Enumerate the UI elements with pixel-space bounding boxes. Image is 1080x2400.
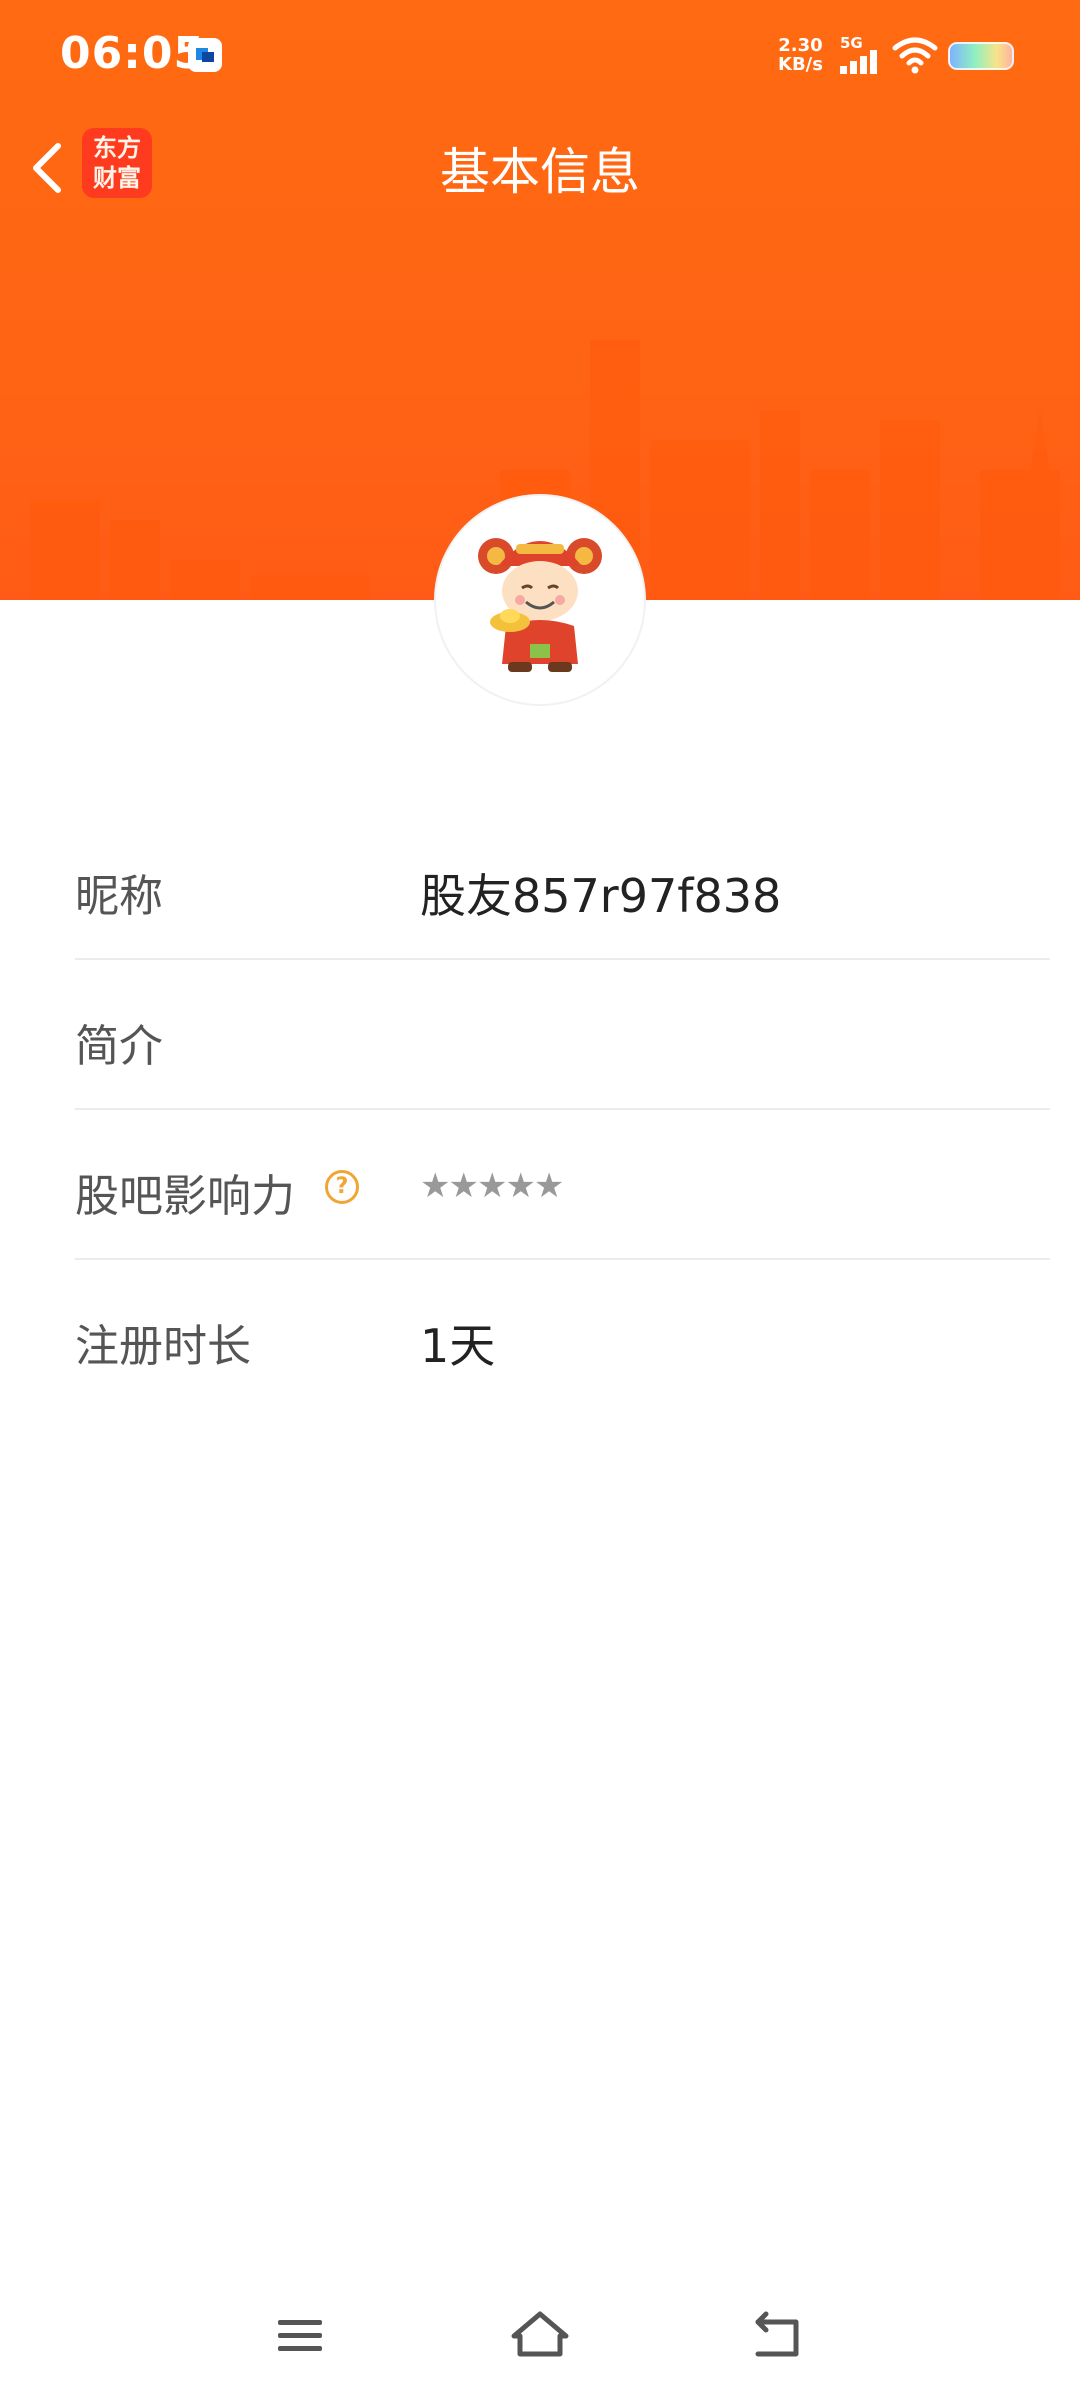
network-speed: 2.30 KB/s — [778, 36, 823, 74]
menu-button[interactable] — [260, 2300, 340, 2370]
app-logo-text-line2: 财富 — [93, 164, 141, 192]
battery-icon — [948, 42, 1014, 70]
bio-row[interactable]: 简介 — [75, 960, 1050, 1110]
influence-label: 股吧影响力 — [75, 1171, 295, 1222]
status-time: 06:05 — [60, 28, 206, 79]
status-bar: 06:05 2.30 KB/s 5G — [0, 0, 1080, 110]
network-speed-value: 2.30 — [778, 35, 823, 56]
registration-duration-value: 1天 — [420, 1319, 496, 1373]
fortune-god-avatar-illustration — [478, 538, 602, 672]
profile-info-list: 昵称 股友857r97f838 简介 股吧影响力 ? ★★★★★ 注册时长 1天 — [75, 810, 1050, 1410]
home-icon — [511, 2311, 569, 2357]
wifi-icon — [892, 37, 938, 74]
return-icon — [755, 2311, 799, 2357]
cellular-signal-icon — [840, 50, 877, 74]
app-logo-text-line1: 东方 — [93, 134, 141, 162]
top-navigation-bar: 东方 财富 基本信息 — [0, 110, 1080, 220]
registration-duration-label: 注册时长 — [75, 1321, 251, 1372]
return-button[interactable] — [740, 2300, 820, 2370]
page-title: 基本信息 — [440, 143, 640, 201]
menu-icon — [278, 2320, 322, 2351]
home-button[interactable] — [500, 2300, 580, 2370]
nickname-row[interactable]: 昵称 股友857r97f838 — [75, 810, 1050, 960]
question-circle-icon[interactable]: ? — [325, 1170, 359, 1204]
influence-row: 股吧影响力 ? ★★★★★ — [75, 1110, 1050, 1260]
app-logo[interactable]: 东方 财富 — [82, 128, 152, 198]
user-avatar[interactable] — [436, 496, 644, 704]
network-speed-unit: KB/s — [778, 54, 823, 75]
nickname-label: 昵称 — [75, 871, 163, 922]
notification-app-icon — [188, 38, 222, 72]
bio-label: 简介 — [75, 1021, 163, 1072]
back-button[interactable] — [18, 128, 78, 208]
chevron-left-icon — [33, 143, 61, 193]
influence-stars: ★★★★★ — [420, 1166, 564, 1206]
nickname-value: 股友857r97f838 — [420, 869, 782, 923]
registration-duration-row: 注册时长 1天 — [75, 1260, 1050, 1410]
system-navigation-bar — [0, 2280, 1080, 2400]
